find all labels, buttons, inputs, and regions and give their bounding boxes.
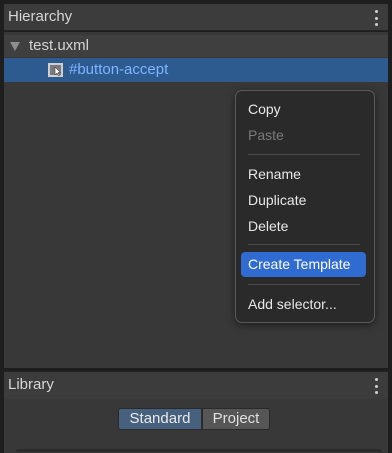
context-menu: Copy Paste Rename Duplicate Delete Creat… bbox=[235, 90, 375, 323]
menu-item-rename[interactable]: Rename bbox=[248, 166, 301, 182]
library-header: Library bbox=[4, 371, 388, 399]
tree-item-button-accept[interactable]: #button-accept bbox=[4, 58, 388, 82]
menu-item-duplicate[interactable]: Duplicate bbox=[248, 192, 306, 208]
menu-separator bbox=[248, 284, 360, 285]
menu-separator bbox=[248, 154, 360, 155]
hierarchy-header: Hierarchy bbox=[4, 4, 388, 31]
tree-item-root[interactable]: test.uxml bbox=[4, 35, 388, 57]
library-body: Standard Project bbox=[4, 399, 388, 453]
visual-element-icon bbox=[48, 63, 63, 77]
menu-item-add-selector[interactable]: Add selector... bbox=[248, 296, 337, 312]
menu-item-copy[interactable]: Copy bbox=[248, 101, 281, 117]
menu-item-paste: Paste bbox=[248, 127, 284, 143]
tab-project[interactable]: Project bbox=[202, 408, 270, 430]
tab-standard[interactable]: Standard bbox=[118, 408, 202, 430]
library-list-edge bbox=[16, 449, 382, 452]
library-menu-kebab-icon[interactable] bbox=[374, 378, 378, 394]
tree-item-button-accept-label: #button-accept bbox=[69, 61, 169, 78]
hierarchy-menu-kebab-icon[interactable] bbox=[374, 10, 378, 26]
menu-separator bbox=[248, 244, 360, 245]
triangle-down-icon[interactable] bbox=[10, 42, 20, 51]
hierarchy-title: Hierarchy bbox=[8, 8, 73, 25]
tree-item-root-label: test.uxml bbox=[29, 37, 90, 54]
menu-item-create-template-label: Create Template bbox=[248, 256, 351, 272]
library-title: Library bbox=[8, 376, 54, 393]
menu-item-create-template[interactable]: Create Template bbox=[241, 252, 366, 277]
menu-item-delete[interactable]: Delete bbox=[248, 218, 288, 234]
ui-builder-window: Hierarchy test.uxml #button-accept Copy … bbox=[0, 0, 392, 453]
